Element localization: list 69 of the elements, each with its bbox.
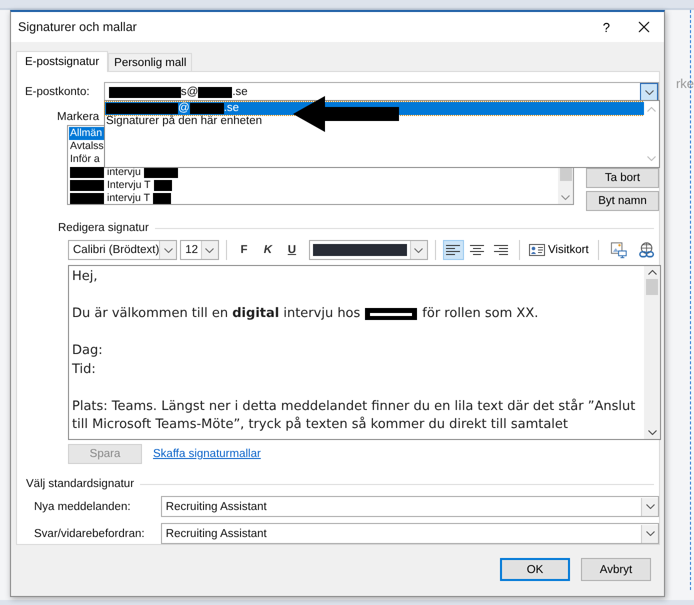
signature-name: Avtalss [70,140,104,153]
signature-text: Hej, [72,268,98,286]
section-heading: Redigera signatur [58,222,149,234]
color-dropdown[interactable] [309,240,428,260]
option-text: @ [178,102,190,115]
signature-item[interactable]: intervju [69,166,557,179]
signature-name: Intervju T [107,179,151,192]
help-button[interactable]: ? [602,20,610,34]
align-left-button[interactable] [442,240,464,260]
section-heading: Välj standardsignatur [26,478,134,490]
align-left-icon [445,244,462,256]
field-label: Svar/vidarebefordran: [34,528,146,540]
redaction-bar [190,103,224,114]
signature-text: Du är välkommen till en digital intervju hos [72,305,360,323]
align-center-icon [469,244,486,256]
redaction-bar [153,193,171,204]
signature-text: till Microsoft Teams-Möte”, tryck på texten så kommer du direkt till samtalet [72,416,568,434]
close-icon[interactable] [638,21,650,33]
account-dropdown[interactable]: s@ .se [104,82,659,102]
format-button[interactable]: U [281,244,302,256]
dropdown-option[interactable]: Signaturer på den här enheten [105,115,644,128]
signature-item[interactable]: intervju T [69,192,557,205]
redaction-bar [144,167,178,178]
align-right-icon [493,244,510,256]
format-button[interactable]: F [233,244,254,256]
account-text: s@ [180,86,198,98]
window-title: Signaturer och mallar [18,20,138,34]
redaction-bar [154,180,172,191]
scroll-up-icon[interactable] [648,270,656,275]
redaction-bar [70,167,104,178]
background-text: rke [676,76,694,91]
select-label: Markera [57,110,100,122]
option-text: Signaturer på den här enheten [106,115,262,128]
scroll-down-icon[interactable] [648,430,656,435]
dialog-button[interactable]: Avbryt [581,558,651,581]
contact-card-icon [528,244,545,256]
option-text: .se [224,102,240,115]
format-button[interactable]: K [257,244,278,256]
tab[interactable]: Personlig mall [108,53,192,71]
hyperlink-icon[interactable] [638,241,655,259]
redaction-bar [70,180,104,191]
signature-editor[interactable] [68,265,661,440]
redaction-box [365,308,418,320]
size-dropdown[interactable]: 12 [180,240,219,260]
templates-link[interactable]: Skaffa signaturmallar [153,448,261,460]
account-text: .se [232,86,248,98]
signature-name: intervju T [107,192,150,205]
field-label: Nya meddelanden: [34,500,132,512]
signature-item[interactable]: Intervju T [69,179,557,192]
signature-name: intervju [107,166,141,179]
redaction-bar [106,103,178,114]
signature-text: Tid: [72,360,96,378]
business-card-button[interactable]: Visitkort [526,244,591,256]
redaction-bar [70,193,104,204]
signature-text: Dag: [72,342,103,360]
signature-text: för rollen som XX. [422,305,538,323]
account-label: E-postkonto: [25,86,91,98]
scroll-thumb[interactable] [646,279,658,295]
redaction-bar [198,86,232,98]
font-dropdown[interactable]: Calibri (Brödtext) [68,240,178,260]
dialog-button[interactable]: OK [500,558,570,581]
signature-name: Inför a [70,153,100,166]
list-button[interactable]: Byt namn [586,191,659,211]
list-button[interactable]: Ta bort [586,168,659,188]
signature-text: Plats: Teams. Längst ner i detta meddelandet finner du en lila text där det står ”Anslut [72,398,636,416]
tab[interactable]: E-postsignatur [16,51,108,72]
signature-dropdown[interactable]: Recruiting Assistant [160,523,659,544]
picture-icon[interactable] [610,241,627,259]
signature-dropdown[interactable]: Recruiting Assistant [160,496,659,517]
